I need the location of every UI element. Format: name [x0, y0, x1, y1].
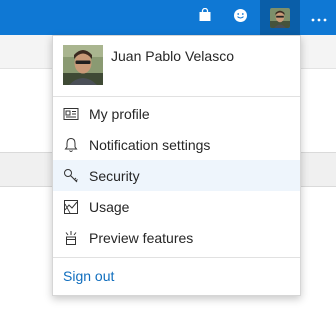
divider	[53, 96, 300, 97]
key-icon	[63, 168, 79, 184]
menu-item-usage[interactable]: Usage	[53, 191, 300, 222]
profile-header: Juan Pablo Velasco	[53, 36, 300, 94]
menu-item-notification-settings[interactable]: Notification settings	[53, 129, 300, 160]
profile-card-icon	[63, 106, 79, 122]
user-name: Juan Pablo Velasco	[111, 48, 234, 64]
menu-item-label: Preview features	[89, 229, 194, 246]
ellipsis-icon	[311, 9, 327, 27]
account-menu: Juan Pablo Velasco My profile Notificati…	[52, 35, 301, 296]
menu-item-label: Security	[89, 167, 140, 184]
more-button[interactable]	[302, 0, 336, 35]
account-button[interactable]	[260, 0, 300, 35]
bell-icon	[63, 137, 79, 153]
divider	[53, 257, 300, 258]
sign-out-link[interactable]: Sign out	[63, 268, 114, 284]
top-bar	[0, 0, 336, 35]
menu-item-label: My profile	[89, 105, 150, 122]
menu-item-my-profile[interactable]: My profile	[53, 98, 300, 129]
feedback-button[interactable]	[223, 0, 257, 35]
store-button[interactable]	[188, 0, 222, 35]
menu-item-security[interactable]: Security	[53, 160, 300, 191]
shopping-bag-icon	[198, 7, 212, 27]
menu-item-preview-features[interactable]: Preview features	[53, 222, 300, 253]
menu-item-label: Usage	[89, 198, 130, 215]
smiley-icon	[233, 8, 248, 28]
profile-avatar	[63, 45, 103, 85]
preview-features-icon	[63, 230, 79, 246]
menu-item-label: Notification settings	[89, 136, 211, 153]
avatar	[270, 7, 290, 28]
usage-icon	[63, 199, 79, 215]
